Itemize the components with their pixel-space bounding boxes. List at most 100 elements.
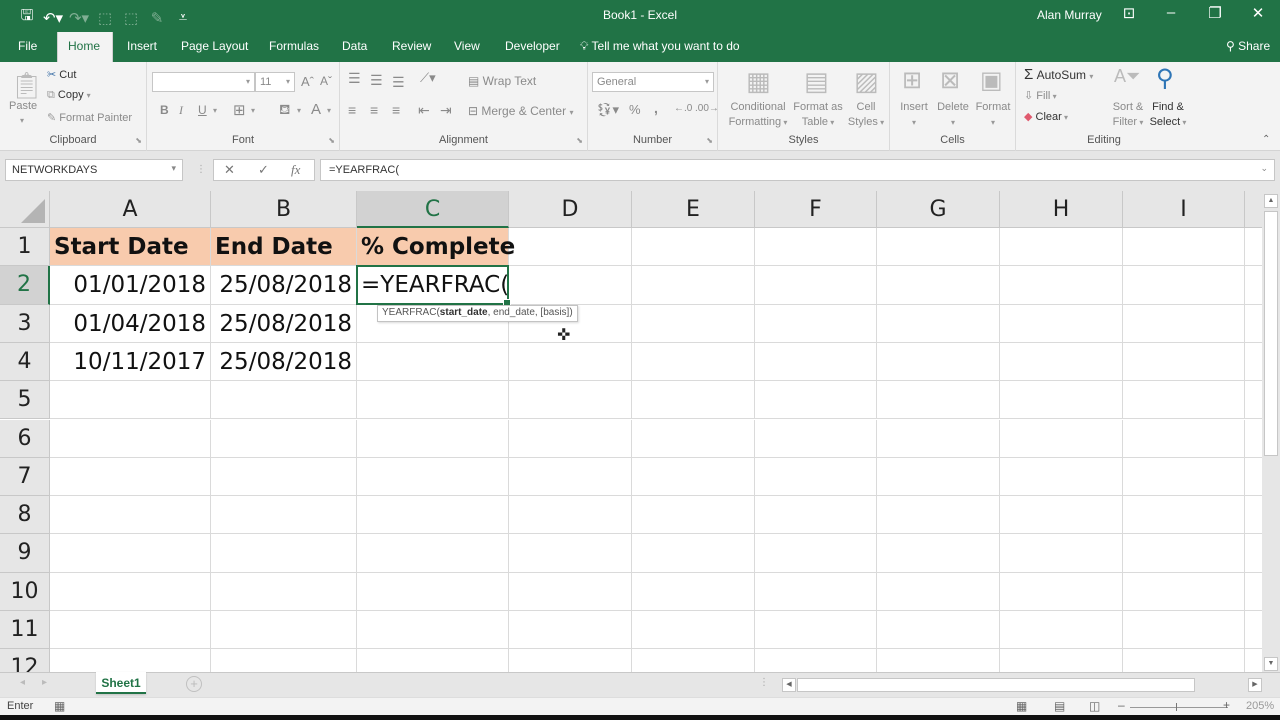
align-right-icon[interactable]: ≡ (392, 102, 400, 118)
empty-cell[interactable] (357, 342, 509, 382)
empty-cell[interactable] (877, 228, 1000, 267)
tell-me-search[interactable]: 💡︎ Tell me what you want to do (580, 32, 740, 61)
copy-button[interactable]: ⧉ Copy ▾ (47, 89, 91, 102)
empty-cell[interactable] (755, 266, 877, 305)
column-header-a[interactable]: A (50, 191, 211, 228)
top-align-icon[interactable]: ☰ (348, 70, 361, 87)
empty-cell[interactable] (1123, 419, 1245, 458)
cell-a2[interactable]: 01/01/2018 (50, 266, 211, 305)
empty-cell[interactable] (755, 304, 877, 343)
page-break-preview-icon[interactable]: ◫ (1089, 699, 1100, 713)
empty-cell[interactable] (755, 572, 877, 611)
empty-cell[interactable] (755, 342, 877, 382)
empty-cell[interactable] (1245, 611, 1262, 650)
increase-indent-icon[interactable]: ⇥ (440, 102, 452, 119)
empty-cell[interactable] (1245, 228, 1262, 267)
tab-page-layout[interactable]: Page Layout (171, 32, 258, 62)
empty-cell[interactable] (211, 534, 357, 573)
bold-button[interactable]: B (160, 103, 169, 117)
empty-cell[interactable] (1123, 266, 1245, 305)
insert-function-button[interactable]: fx (291, 162, 300, 178)
empty-cell[interactable] (877, 572, 1000, 611)
fill-button[interactable]: ⇩ Fill ▾ (1024, 89, 1057, 102)
empty-cell[interactable] (1000, 534, 1123, 573)
empty-cell[interactable] (632, 496, 755, 535)
borders-dropdown-icon[interactable]: ▾ (251, 106, 255, 115)
row-header-5[interactable]: 5 (0, 381, 50, 420)
empty-cell[interactable] (1123, 611, 1245, 650)
empty-cell[interactable] (509, 266, 632, 305)
new-sheet-button[interactable]: + (186, 676, 202, 692)
empty-cell[interactable] (50, 572, 211, 611)
empty-cell[interactable] (509, 496, 632, 535)
decrease-indent-icon[interactable]: ⇤ (418, 102, 430, 119)
decrease-font-icon[interactable]: Aˇ (320, 74, 332, 88)
empty-cell[interactable] (1123, 304, 1245, 343)
underline-dropdown-icon[interactable]: ▾ (213, 106, 217, 115)
empty-cell[interactable] (1123, 342, 1245, 382)
empty-cell[interactable] (357, 534, 509, 573)
column-header-partial[interactable] (1245, 191, 1262, 228)
empty-cell[interactable] (357, 381, 509, 420)
empty-cell[interactable] (50, 381, 211, 420)
bottom-align-icon[interactable]: ☰ (392, 74, 405, 91)
empty-cell[interactable] (1000, 496, 1123, 535)
empty-cell[interactable] (50, 496, 211, 535)
empty-cell[interactable] (1245, 305, 1262, 343)
column-header-h[interactable]: H (1000, 191, 1123, 228)
empty-cell[interactable] (509, 228, 632, 267)
empty-cell[interactable] (211, 496, 357, 535)
scroll-up-icon[interactable]: ▲ (1264, 194, 1278, 208)
minimize-button[interactable]: – (1156, 4, 1186, 21)
cell-b1[interactable]: End Date (211, 228, 357, 267)
enter-formula-button[interactable]: ✓ (258, 162, 269, 178)
empty-cell[interactable] (877, 611, 1000, 650)
empty-cell[interactable] (755, 381, 877, 420)
cell-a1[interactable]: Start Date (50, 228, 211, 267)
empty-cell[interactable] (1000, 228, 1123, 267)
empty-cell[interactable] (1000, 419, 1123, 458)
alignment-launcher-icon[interactable]: ⬊ (576, 136, 583, 145)
delete-cells-button[interactable]: Delete ▾ (936, 100, 970, 130)
empty-cell[interactable] (1000, 457, 1123, 497)
select-all-button[interactable] (0, 191, 50, 228)
empty-cell[interactable] (50, 649, 211, 672)
format-cells-icon[interactable]: ▣ (980, 66, 1003, 95)
column-header-g[interactable]: G (877, 191, 1000, 228)
empty-cell[interactable] (1123, 228, 1245, 267)
empty-cell[interactable] (50, 457, 211, 497)
cell-b3[interactable]: 25/08/2018 (211, 304, 357, 343)
horizontal-scroll-thumb[interactable] (797, 678, 1195, 692)
merge-center-button[interactable]: ⊟ Merge & Center ▾ (468, 104, 573, 118)
tab-view[interactable]: View (444, 32, 490, 62)
align-center-icon[interactable]: ≡ (370, 102, 378, 118)
sort-filter-icon[interactable]: A⏷ (1114, 66, 1140, 87)
empty-cell[interactable] (632, 266, 755, 305)
row-header-7[interactable]: 7 (0, 457, 50, 497)
font-name-select[interactable]: ▾ (152, 72, 255, 92)
empty-cell[interactable] (509, 419, 632, 458)
empty-cell[interactable] (211, 419, 357, 458)
autosum-button[interactable]: Σ AutoSum ▾ (1024, 66, 1093, 83)
cell-a4[interactable]: 10/11/2017 (50, 342, 211, 382)
empty-cell[interactable] (509, 457, 632, 497)
empty-cell[interactable] (632, 228, 755, 267)
empty-cell[interactable] (1245, 343, 1262, 382)
restore-button[interactable]: ❐ (1200, 4, 1230, 22)
copy-dropdown-icon[interactable]: ▾ (87, 91, 91, 100)
fill-color-dropdown-icon[interactable]: ▾ (297, 106, 301, 115)
orientation-icon[interactable]: ⟋▾ (420, 70, 436, 86)
tab-splitter[interactable]: ⋮ (759, 677, 769, 688)
empty-cell[interactable] (211, 457, 357, 497)
empty-cell[interactable] (755, 649, 877, 672)
vertical-scrollbar[interactable]: ▲ ▼ (1262, 191, 1280, 672)
comma-style-button[interactable]: , (654, 100, 658, 116)
empty-cell[interactable] (509, 342, 632, 382)
empty-cell[interactable] (1000, 649, 1123, 672)
empty-cell[interactable] (877, 342, 1000, 382)
find-select-button[interactable]: Find & Select ▾ (1148, 100, 1188, 130)
empty-cell[interactable] (1123, 572, 1245, 611)
name-box-dropdown-icon[interactable]: ▾ (171, 163, 176, 174)
font-color-dropdown-icon[interactable]: ▾ (327, 106, 331, 115)
next-sheet-icon[interactable]: ▸ (42, 677, 47, 688)
